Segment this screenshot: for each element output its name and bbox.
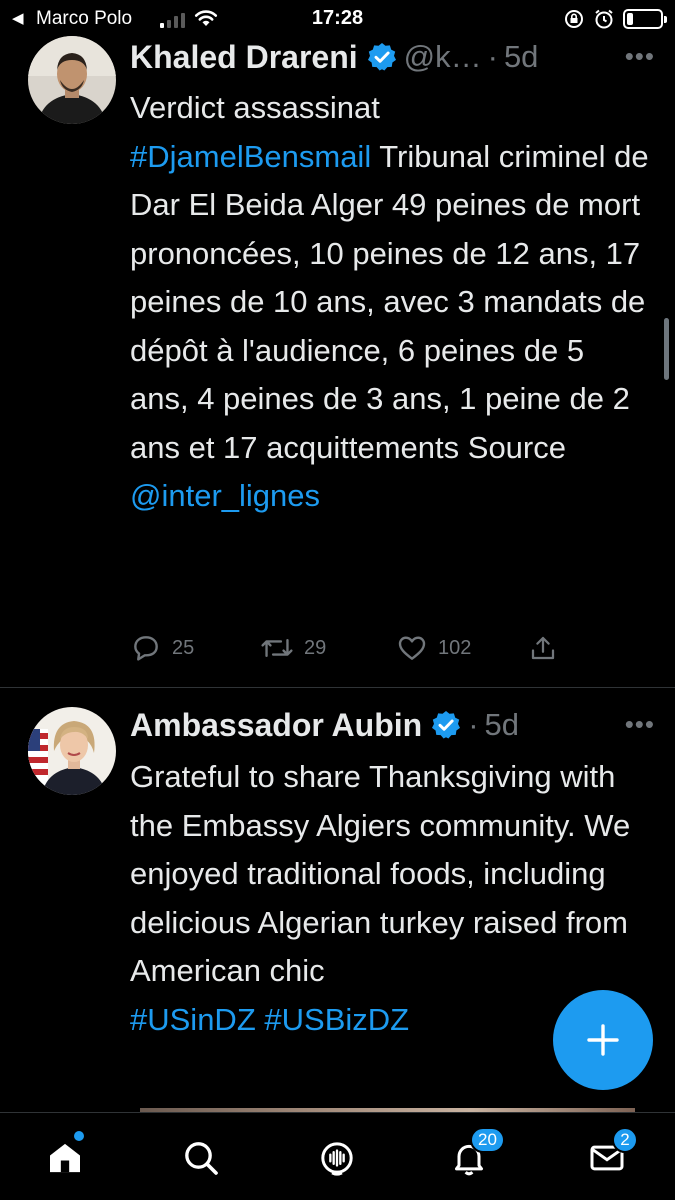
scrollbar[interactable] — [664, 318, 669, 380]
tweet-text: Verdict assassinat #DjamelBensmail Tribu… — [130, 84, 651, 521]
tweet-text-segment: Grateful to share Thanksgiving with the … — [130, 759, 631, 988]
like-count: 102 — [438, 636, 472, 659]
nav-search[interactable] — [176, 1133, 226, 1183]
rotation-lock-icon — [565, 10, 583, 28]
avatar[interactable] — [28, 707, 116, 795]
timestamp[interactable]: 5d — [485, 707, 519, 743]
tweet-text-segment: Tribunal criminel de Dar El Beida Alger … — [130, 138, 649, 465]
tweet-header: Ambassador Aubin · 5d ••• — [130, 705, 655, 745]
like-button[interactable]: 102 — [396, 632, 471, 664]
timestamp[interactable]: 5d — [504, 39, 538, 75]
hashtag-link[interactable]: #DjamelBensmail — [130, 139, 371, 174]
retweet-count: 29 — [304, 636, 327, 659]
reply-count: 25 — [172, 636, 195, 659]
display-name[interactable]: Khaled Drareni — [130, 39, 358, 76]
nav-home[interactable] — [40, 1131, 90, 1183]
heart-icon — [398, 636, 426, 660]
verified-badge-icon — [367, 43, 396, 71]
separator-dot: · — [468, 707, 479, 742]
compose-tweet-button[interactable] — [553, 990, 653, 1090]
hashtag-link[interactable]: #USBizDZ — [264, 1002, 409, 1037]
notifications-badge: 20 — [470, 1127, 505, 1153]
more-options-icon[interactable]: ••• — [625, 41, 655, 72]
bottom-nav: 20 2 — [0, 1112, 675, 1200]
home-icon — [50, 1143, 80, 1173]
reply-icon — [134, 636, 158, 661]
share-icon — [531, 636, 555, 660]
messages-badge: 2 — [612, 1127, 638, 1153]
reply-button[interactable]: 25 — [130, 632, 194, 664]
tweet-khaled-drareni[interactable]: Khaled Drareni @k… · 5d ••• Verdict assa… — [0, 36, 675, 688]
hashtag-link[interactable]: #USinDZ — [130, 1002, 256, 1037]
avatar[interactable] — [28, 36, 116, 124]
retweet-button[interactable]: 29 — [260, 632, 326, 664]
nav-notifications[interactable]: 20 — [444, 1127, 505, 1183]
nav-spaces[interactable] — [312, 1133, 362, 1183]
spaces-icon — [321, 1142, 353, 1176]
display-name[interactable]: Ambassador Aubin — [130, 707, 422, 744]
battery-icon — [623, 9, 667, 29]
tweet-text-segment: Verdict assassinat — [130, 90, 380, 125]
separator-dot: · — [487, 39, 498, 74]
status-bar: ◀ Marco Polo 17:28 — [0, 0, 675, 36]
share-button[interactable] — [528, 633, 558, 663]
home-unread-dot — [74, 1131, 84, 1141]
plus-icon — [587, 1024, 619, 1056]
more-options-icon[interactable]: ••• — [625, 709, 655, 740]
handle: @k… — [403, 39, 482, 74]
retweet-icon — [261, 638, 293, 658]
mention-link[interactable]: @inter_lignes — [130, 478, 320, 513]
nav-messages[interactable]: 2 — [582, 1127, 638, 1183]
alarm-icon — [595, 9, 613, 29]
tweet-header: Khaled Drareni @k… · 5d ••• — [130, 37, 655, 77]
verified-badge-icon — [432, 711, 461, 739]
search-icon — [185, 1142, 218, 1175]
